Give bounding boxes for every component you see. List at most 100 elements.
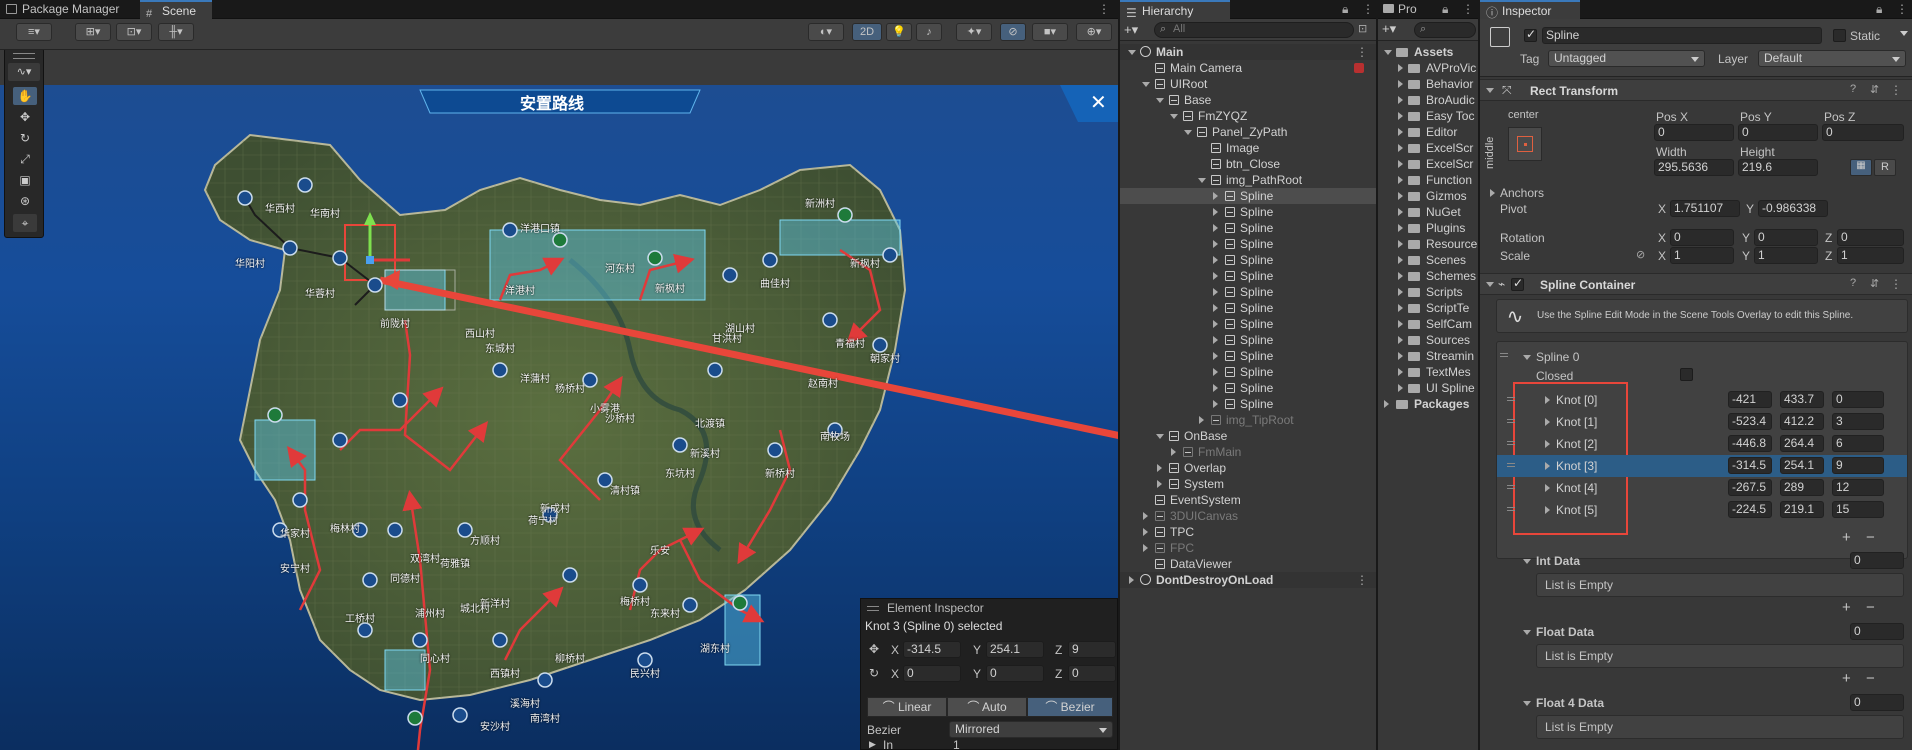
collapse-arrow-icon[interactable] — [1157, 464, 1162, 472]
expand-arrow-icon[interactable] — [1398, 112, 1403, 120]
float-data-expand-icon[interactable] — [1523, 630, 1531, 635]
pos-y-field[interactable]: 254.1 — [986, 641, 1044, 658]
grid-snap-button[interactable]: ⊞▾ — [75, 23, 111, 41]
knot-expand-icon[interactable] — [1545, 506, 1550, 514]
tab-scene[interactable]: # Scene — [140, 0, 212, 20]
drag-handle-icon[interactable] — [1500, 353, 1508, 357]
scene-menu-icon[interactable]: ⋮ — [1356, 44, 1368, 60]
collapse-arrow-icon[interactable] — [1199, 416, 1204, 424]
expand-arrow-icon[interactable] — [1398, 144, 1403, 152]
presets-icon[interactable]: ⇵ — [1870, 83, 1879, 96]
project-folder[interactable]: Scripts — [1378, 284, 1478, 300]
expand-arrow-icon[interactable] — [1128, 50, 1136, 55]
expand-arrow-icon[interactable] — [1398, 176, 1403, 184]
overlay-handle[interactable] — [13, 53, 35, 59]
scale-z-field[interactable]: 1 — [1837, 247, 1904, 264]
pos-z-field[interactable]: 9 — [1068, 641, 1116, 658]
knot-add-button[interactable]: + — [1842, 529, 1851, 546]
knot-y-field[interactable]: 219.1 — [1780, 501, 1824, 518]
hierarchy-item[interactable]: Spline — [1120, 364, 1376, 380]
component-menu-icon[interactable]: ⋮ — [1890, 83, 1902, 97]
knot-row[interactable]: Knot [0] -421 433.7 0 — [1497, 389, 1907, 411]
expand-arrow-icon[interactable] — [1398, 320, 1403, 328]
hierarchy-item[interactable]: Spline — [1120, 252, 1376, 268]
expand-arrow-icon[interactable] — [1170, 114, 1178, 119]
expand-arrow-icon[interactable] — [1398, 368, 1403, 376]
expand-arrow-icon[interactable] — [1398, 208, 1403, 216]
hierarchy-search-field[interactable]: ⌕ All — [1154, 22, 1354, 38]
hierarchy-item[interactable]: img_TipRoot — [1120, 412, 1376, 428]
snap-increment-button[interactable]: ⊡▾ — [116, 23, 152, 41]
tab-package-manager[interactable]: Package Manager — [0, 0, 140, 19]
collapse-arrow-icon[interactable] — [1213, 400, 1218, 408]
project-folder[interactable]: Sources — [1378, 332, 1478, 348]
inspector-menu-icon[interactable]: ⋮ — [1896, 2, 1908, 16]
collapse-arrow-icon[interactable] — [1213, 288, 1218, 296]
expand-arrow-icon[interactable] — [1398, 304, 1403, 312]
spline-expand-icon[interactable] — [1523, 355, 1531, 360]
hierarchy-item[interactable]: Spline — [1120, 396, 1376, 412]
knot-y-field[interactable]: 433.7 — [1780, 391, 1824, 408]
expand-arrow-icon[interactable] — [1184, 130, 1192, 135]
width-field[interactable]: 295.5636 — [1654, 159, 1734, 176]
hierarchy-item[interactable]: TPC — [1120, 524, 1376, 540]
hierarchy-item[interactable]: System — [1120, 476, 1376, 492]
hierarchy-item[interactable]: Spline — [1120, 300, 1376, 316]
blueprint-mode-button[interactable]: ▦ — [1850, 159, 1872, 176]
collapse-arrow-icon[interactable] — [1143, 528, 1148, 536]
expand-arrow-icon[interactable] — [1398, 240, 1403, 248]
hierarchy-item[interactable]: OnBase — [1120, 428, 1376, 444]
pos-x-field[interactable]: 0 — [1654, 124, 1734, 141]
ruler-button[interactable]: ╫▾ — [158, 23, 194, 41]
rotate-tool-icon[interactable]: ↻ — [13, 129, 37, 147]
expand-arrow-icon[interactable] — [1398, 384, 1403, 392]
hand-tool-icon[interactable]: ✋ — [13, 87, 37, 105]
hierarchy-item[interactable]: Main ⋮ — [1120, 44, 1376, 60]
rotation-z-field[interactable]: 0 — [1837, 229, 1904, 246]
move-tool-icon[interactable]: ✥ — [13, 108, 37, 126]
expand-arrow-icon[interactable] — [1384, 50, 1392, 55]
tab-hierarchy[interactable]: ☰ Hierarchy — [1120, 0, 1230, 20]
hierarchy-item[interactable]: Spline — [1120, 316, 1376, 332]
knot-remove-button[interactable]: − — [1866, 529, 1875, 546]
collapse-arrow-icon[interactable] — [1143, 544, 1148, 552]
hierarchy-item[interactable]: UIRoot — [1120, 76, 1376, 92]
project-packages-root[interactable]: Packages — [1378, 396, 1478, 412]
hierarchy-item[interactable]: Spline — [1120, 380, 1376, 396]
int-data-count-field[interactable]: 0 — [1850, 552, 1904, 569]
knot-x-field[interactable]: -421 — [1728, 391, 1772, 408]
effects-toggle-icon[interactable]: ✦▾ — [956, 23, 992, 41]
project-folder[interactable]: AVProVic — [1378, 60, 1478, 76]
expand-arrow-icon[interactable] — [1398, 336, 1403, 344]
static-dropdown-icon[interactable] — [1900, 31, 1908, 36]
pivot-x-field[interactable]: 1.751107 — [1670, 200, 1740, 217]
rot-y-field[interactable]: 0 — [986, 665, 1044, 682]
knot-row[interactable]: Knot [4] -267.5 289 12 — [1497, 477, 1907, 499]
tab-project[interactable]: Pro — [1378, 0, 1440, 19]
project-folder[interactable]: Resource — [1378, 236, 1478, 252]
knot-z-field[interactable]: 3 — [1832, 413, 1884, 430]
static-toggle[interactable] — [1833, 29, 1846, 42]
knot-row[interactable]: Knot [2] -446.8 264.4 6 — [1497, 433, 1907, 455]
collapse-arrow-icon[interactable] — [1486, 88, 1494, 93]
panel-divider[interactable] — [1376, 0, 1378, 750]
scene-visibility-icon[interactable]: ⊡ — [1358, 22, 1367, 35]
collapse-arrow-icon[interactable] — [1129, 576, 1134, 584]
knot-x-field[interactable]: -224.5 — [1728, 501, 1772, 518]
in-expand-arrow[interactable]: ▶ — [869, 739, 876, 750]
collapse-arrow-icon[interactable] — [1213, 336, 1218, 344]
hierarchy-item[interactable]: Panel_ZyPath — [1120, 124, 1376, 140]
hierarchy-item[interactable]: Overlap — [1120, 460, 1376, 476]
hierarchy-item[interactable]: Image — [1120, 140, 1376, 156]
float-data-count-field[interactable]: 0 — [1850, 623, 1904, 640]
int-data-remove-button[interactable]: − — [1866, 599, 1875, 616]
spline-container-header[interactable]: ⌁ Spline Container ? ⇵ ⋮ — [1480, 273, 1912, 295]
hierarchy-item[interactable]: Spline — [1120, 268, 1376, 284]
layer-dropdown[interactable]: Default — [1758, 50, 1906, 67]
project-folder[interactable]: Schemes — [1378, 268, 1478, 284]
project-folder[interactable]: ScriptTe — [1378, 300, 1478, 316]
scene-view[interactable]: 安置路线 ✕ ∿▾ ✋ ✥ ↻ ⤢ ▣ ⊛ ⌖ Element Inspecto… — [0, 50, 1118, 750]
knot-y-field[interactable]: 412.2 — [1780, 413, 1824, 430]
knot-row[interactable]: Knot [1] -523.4 412.2 3 — [1497, 411, 1907, 433]
float-data-add-button[interactable]: + — [1842, 670, 1851, 687]
